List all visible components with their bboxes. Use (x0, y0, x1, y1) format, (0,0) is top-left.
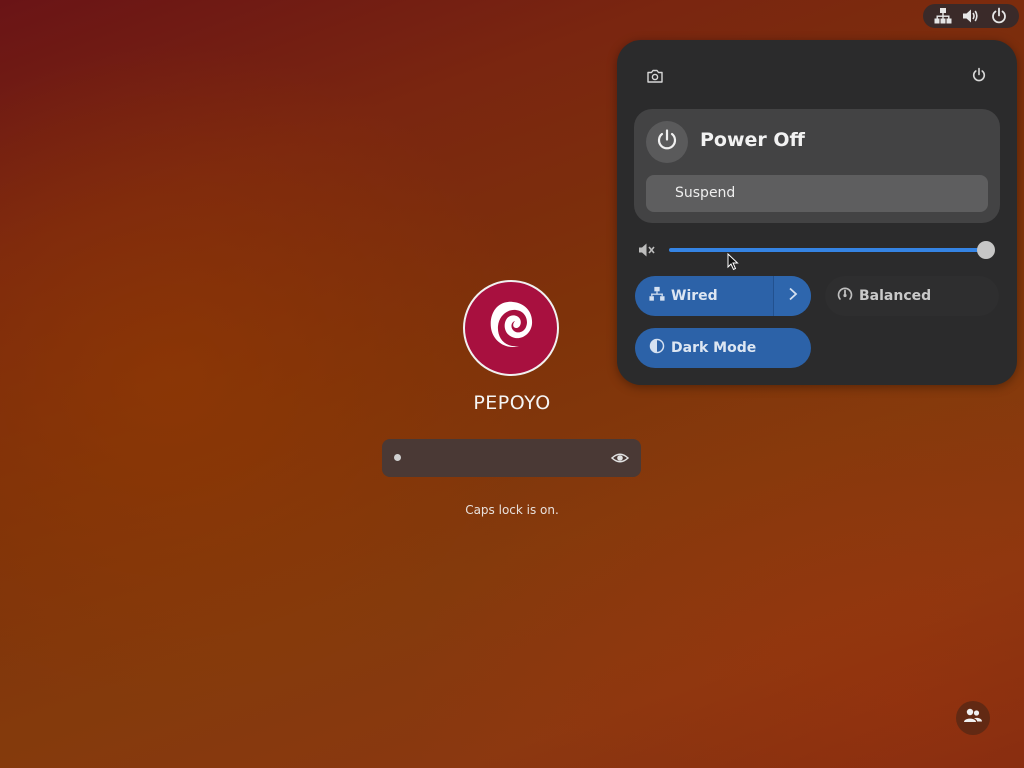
users-icon (963, 707, 983, 729)
debian-swirl-logo-icon (483, 296, 539, 360)
power-icon (971, 67, 987, 87)
power-icon (655, 128, 679, 156)
power-menu-title: Power Off (700, 129, 805, 151)
username-label: PEPOYO (473, 392, 551, 414)
volume-row (637, 238, 997, 262)
password-mask-dot (394, 454, 401, 461)
switch-user-button[interactable] (956, 701, 990, 735)
volume-icon (961, 6, 981, 26)
volume-slider-track[interactable] (669, 248, 985, 252)
suspend-menu-item[interactable]: Suspend (646, 175, 988, 212)
quick-settings-panel: Power Off Suspend Wired Balanced Dark Mo… (617, 40, 1017, 385)
suspend-label: Suspend (675, 185, 736, 201)
power-off-icon-circle (646, 121, 688, 163)
password-field[interactable] (382, 439, 641, 477)
power-icon (989, 6, 1009, 26)
volume-slider-handle[interactable] (977, 241, 995, 259)
power-profile-balanced-icon (837, 286, 853, 306)
power-mode-tile[interactable]: Balanced (825, 276, 999, 316)
dark-mode-icon (649, 338, 665, 358)
wired-label: Wired (671, 288, 718, 304)
network-wired-icon (933, 6, 953, 26)
volume-muted-icon[interactable] (637, 240, 659, 260)
camera-icon (647, 68, 663, 87)
wired-submenu-button[interactable] (774, 276, 811, 316)
balanced-label: Balanced (859, 288, 932, 304)
wired-network-tile[interactable]: Wired (635, 276, 811, 316)
caps-lock-warning: Caps lock is on. (465, 503, 559, 517)
wired-toggle[interactable]: Wired (635, 276, 773, 316)
power-menu-toggle-button[interactable] (961, 59, 997, 95)
network-wired-icon (649, 286, 665, 306)
user-avatar (463, 280, 559, 376)
system-indicators[interactable] (923, 4, 1019, 28)
dark-mode-label: Dark Mode (671, 340, 757, 356)
show-password-eye-icon[interactable] (610, 449, 631, 467)
chevron-right-icon (788, 287, 798, 305)
dark-mode-tile[interactable]: Dark Mode (635, 328, 811, 368)
power-off-menu: Power Off Suspend (634, 109, 1000, 271)
screenshot-button[interactable] (637, 59, 673, 95)
